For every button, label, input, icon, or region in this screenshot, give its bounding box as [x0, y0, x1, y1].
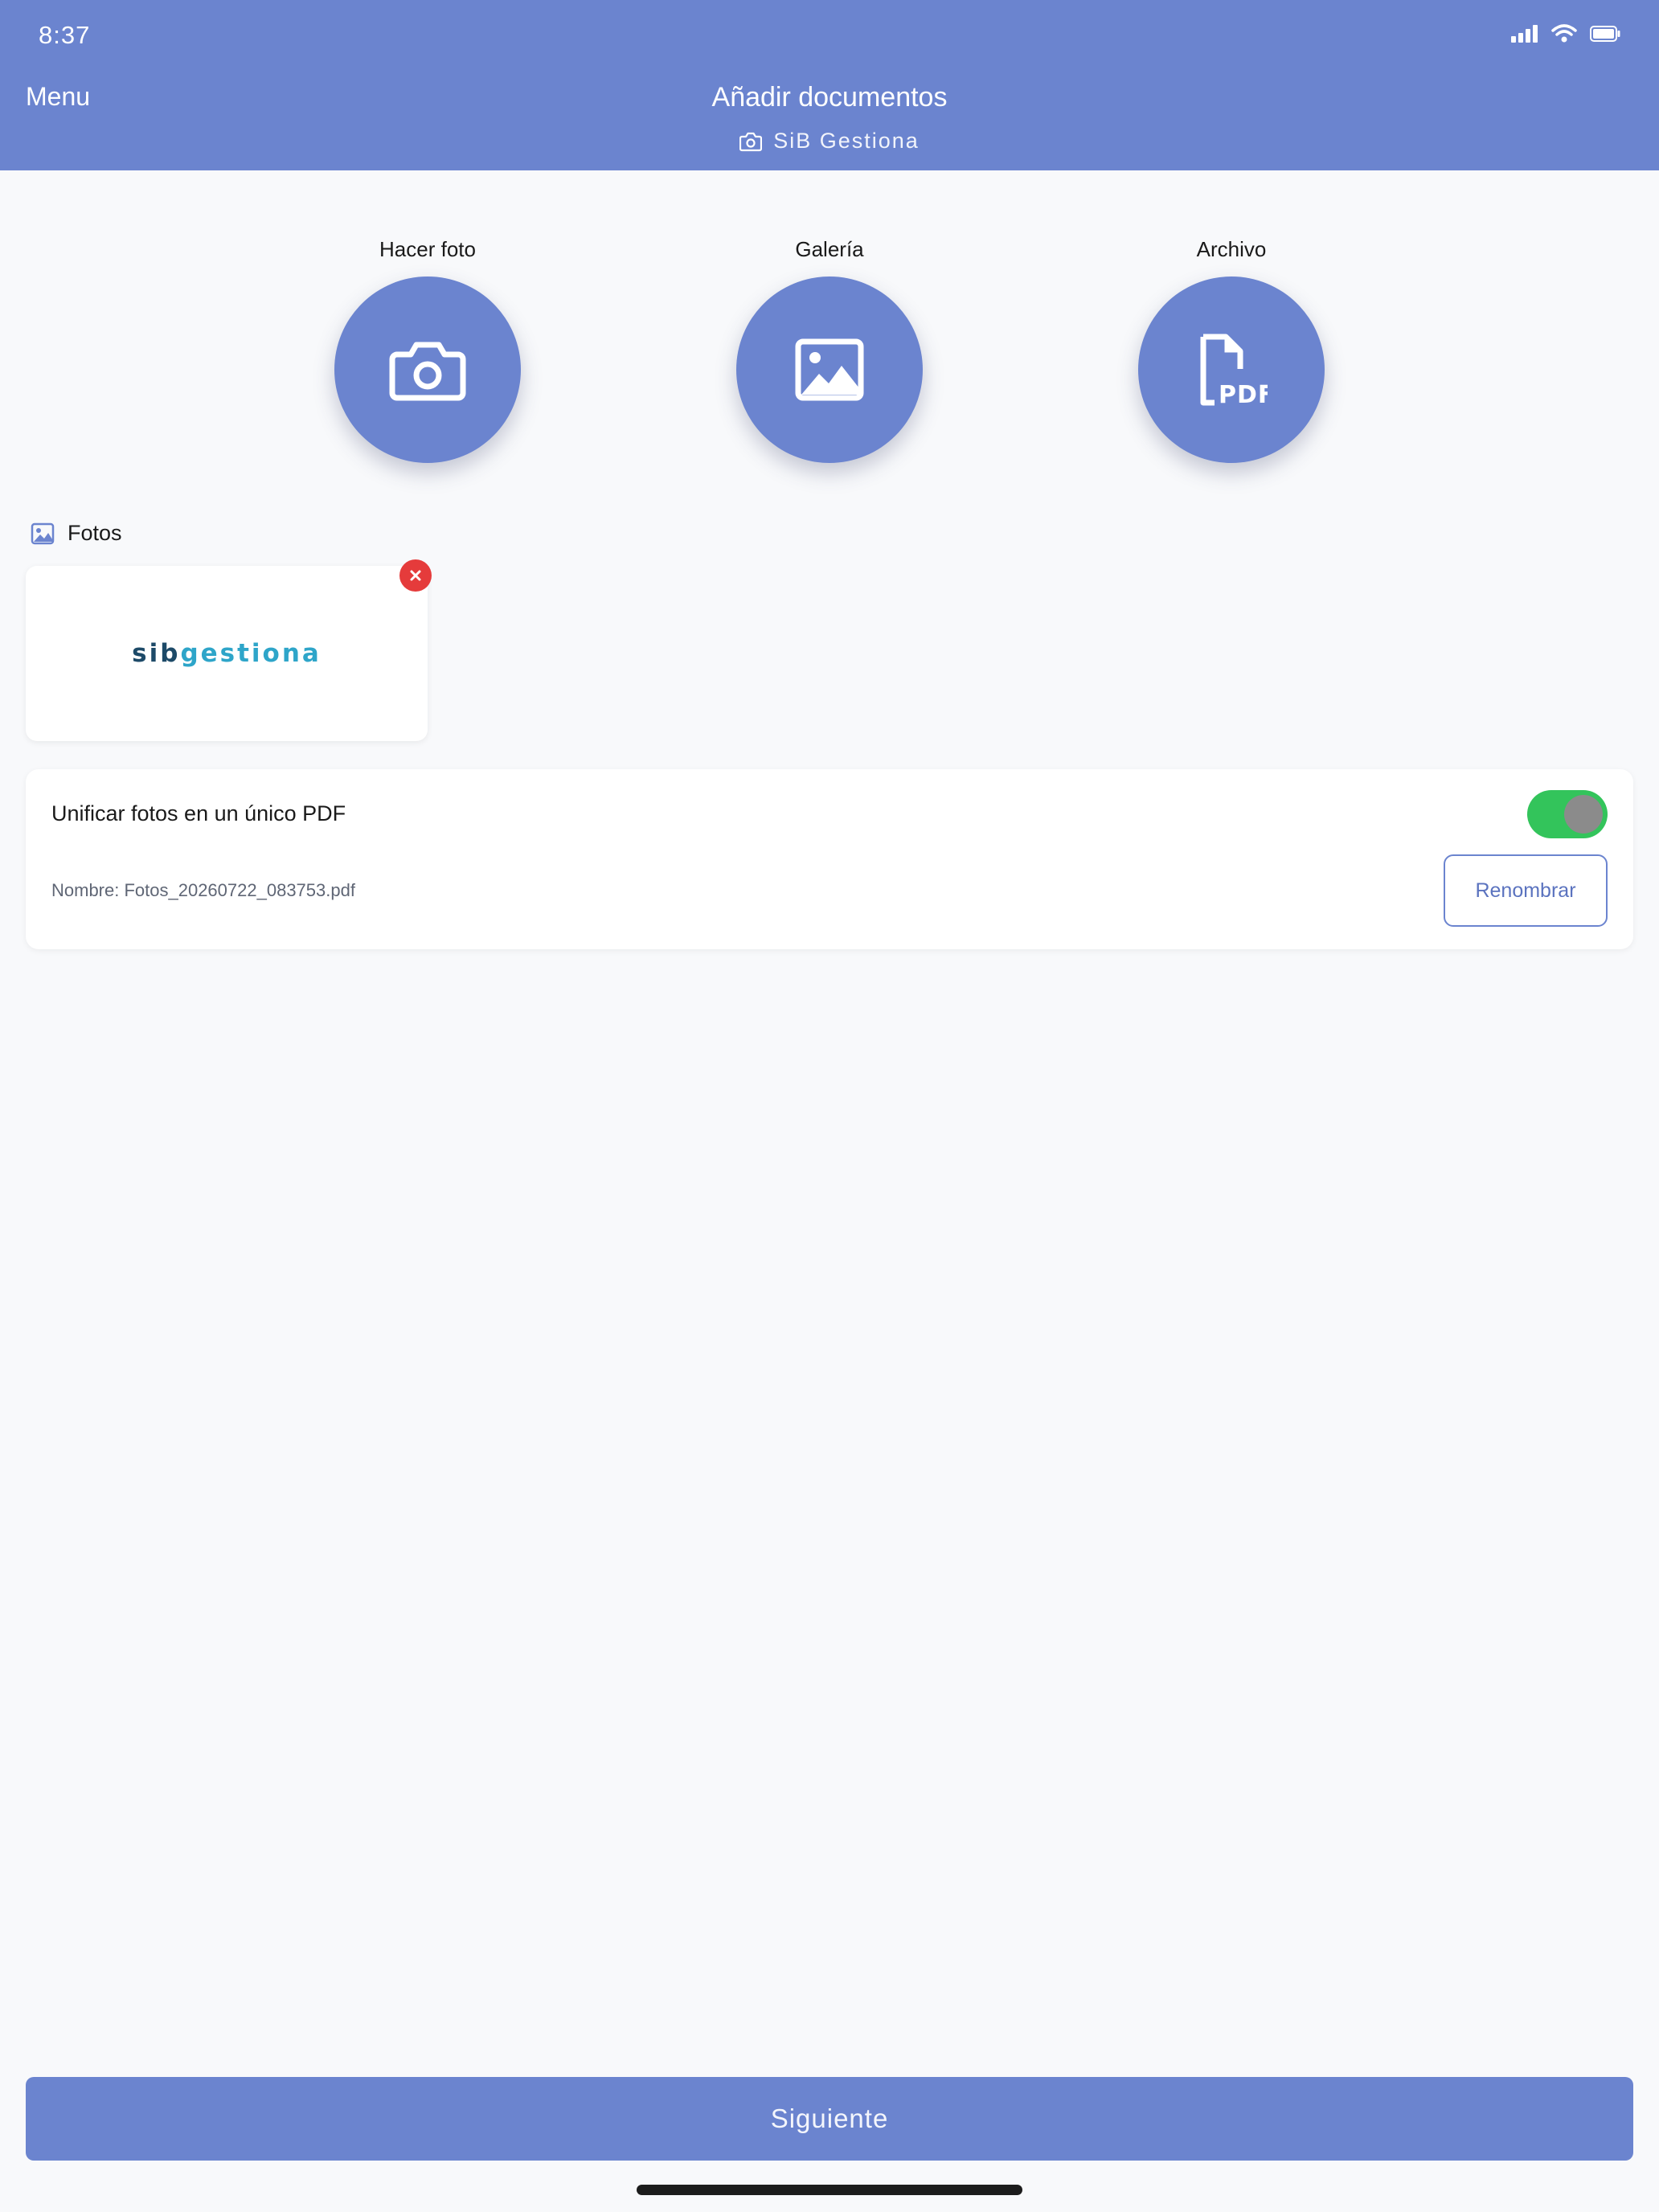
action-take-photo: Hacer foto — [331, 233, 524, 463]
unify-pdf-card: Unificar fotos en un único PDF Nombre: F… — [26, 769, 1633, 949]
sibgestiona-logo: sibgestiona — [132, 639, 322, 668]
screen: 8:37 Menu Añadir documentos SiB Gestiona… — [0, 0, 1659, 2212]
remove-photo-button[interactable] — [399, 559, 432, 592]
status-icons — [1511, 24, 1620, 43]
gallery-button[interactable] — [736, 276, 923, 463]
image-icon — [31, 522, 55, 544]
logo-text-part: sib — [132, 639, 181, 668]
subtitle-text: SiB Gestiona — [773, 129, 920, 153]
header-bar: 8:37 Menu Añadir documentos SiB Gestiona — [0, 0, 1659, 170]
image-icon — [795, 338, 864, 401]
status-time: 8:37 — [39, 21, 91, 49]
wifi-icon — [1551, 24, 1577, 43]
unify-pdf-label: Unificar fotos en un único PDF — [51, 801, 346, 825]
toggle-knob — [1564, 795, 1603, 834]
action-file: Archivo PDF — [1135, 233, 1328, 463]
camera-icon — [739, 132, 763, 151]
action-label: Hacer foto — [379, 237, 476, 261]
pdf-file-name: Nombre: Fotos_20260722_083753.pdf — [51, 880, 355, 900]
photos-section-title: Fotos — [68, 521, 122, 545]
close-icon — [410, 570, 421, 581]
unify-pdf-toggle[interactable] — [1527, 790, 1608, 838]
logo-text-part: gestiona — [180, 639, 322, 668]
action-label: Archivo — [1196, 237, 1267, 261]
page-subtitle: SiB Gestiona — [0, 129, 1659, 154]
camera-icon — [389, 342, 466, 401]
photos-section-header: Fotos — [31, 521, 122, 546]
action-label: Galería — [795, 237, 864, 261]
next-button[interactable]: Siguiente — [26, 2077, 1633, 2161]
page-title: Añadir documentos — [711, 82, 948, 113]
action-gallery: Galería — [733, 233, 926, 463]
photo-thumbnail[interactable]: sibgestiona — [26, 566, 428, 741]
pdf-file-icon: PDF — [1200, 334, 1268, 406]
svg-text:PDF: PDF — [1219, 381, 1268, 406]
cellular-signal-icon — [1511, 25, 1538, 43]
home-indicator[interactable] — [637, 2185, 1022, 2195]
battery-icon — [1590, 26, 1620, 42]
file-button[interactable]: PDF — [1138, 276, 1325, 463]
rename-button[interactable]: Renombrar — [1444, 854, 1608, 927]
take-photo-button[interactable] — [334, 276, 521, 463]
